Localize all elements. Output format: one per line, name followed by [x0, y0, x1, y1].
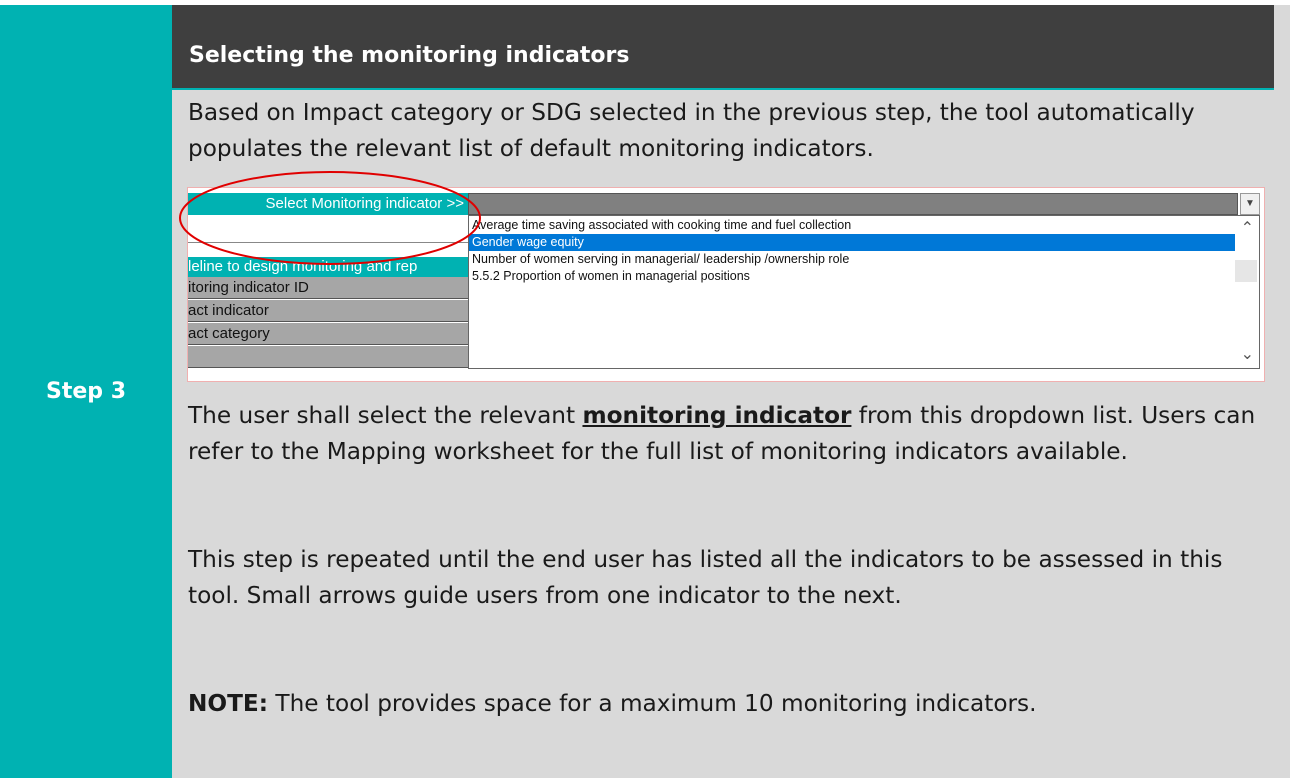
impact-indicator-label: act indicator — [188, 302, 269, 319]
dropdown-option[interactable]: Average time saving associated with cook… — [469, 217, 1235, 234]
dropdown-option[interactable]: 5.5.2 Proportion of women in managerial … — [469, 268, 1235, 285]
indicator-id-row: itoring indicator ID — [188, 277, 468, 299]
scroll-up-icon[interactable]: ⌃ — [1241, 218, 1254, 238]
select-indicator-label: Select Monitoring indicator >> — [265, 195, 464, 212]
indicator-dropdown-input[interactable] — [468, 193, 1238, 215]
content-panel: Selecting the monitoring indicators Base… — [172, 5, 1290, 778]
instruction-text-start: The user shall select the relevant — [188, 402, 583, 429]
indicator-id-label: itoring indicator ID — [188, 279, 309, 296]
dropdown-toggle-button[interactable]: ▼ — [1240, 193, 1260, 215]
chevron-down-icon: ▼ — [1245, 198, 1255, 209]
instruction-paragraph: The user shall select the relevant monit… — [188, 398, 1278, 470]
step-label: Step 3 — [46, 379, 126, 404]
impact-indicator-row: act indicator — [188, 300, 468, 322]
scrollbar-thumb[interactable] — [1235, 260, 1257, 282]
note-text: The tool provides space for a maximum 10… — [268, 690, 1037, 717]
section-header: Selecting the monitoring indicators — [172, 5, 1274, 90]
monitoring-indicator-emphasis: monitoring indicator — [582, 402, 852, 429]
step-column: Step 3 — [0, 5, 172, 778]
indicator-dropdown-list[interactable]: Average time saving associated with cook… — [468, 215, 1260, 369]
dropdown-option-selected[interactable]: Gender wage equity — [469, 234, 1235, 251]
guideline-row: leline to design monitoring and rep — [188, 257, 468, 277]
intro-paragraph: Based on Impact category or SDG selected… — [188, 99, 1195, 162]
dropdown-option[interactable]: Number of women serving in managerial/ l… — [469, 251, 1235, 268]
impact-category-row: act category — [188, 323, 468, 345]
scroll-down-icon[interactable]: ⌄ — [1241, 344, 1254, 364]
dropdown-scrollbar[interactable]: ⌃ ⌄ — [1235, 216, 1259, 368]
blank-cell — [188, 215, 468, 243]
section-title: Selecting the monitoring indicators — [189, 43, 630, 68]
repeat-paragraph: This step is repeated until the end user… — [188, 546, 1223, 609]
note-label: NOTE: — [188, 690, 269, 717]
spreadsheet-screenshot: Select Monitoring indicator >> leline to… — [187, 187, 1265, 382]
impact-category-label: act category — [188, 325, 270, 342]
note-paragraph: NOTE: The tool provides space for a maxi… — [188, 686, 1278, 722]
guideline-row-label: leline to design monitoring and rep — [188, 258, 418, 275]
select-indicator-cell: Select Monitoring indicator >> — [188, 193, 468, 215]
empty-row — [188, 346, 468, 368]
